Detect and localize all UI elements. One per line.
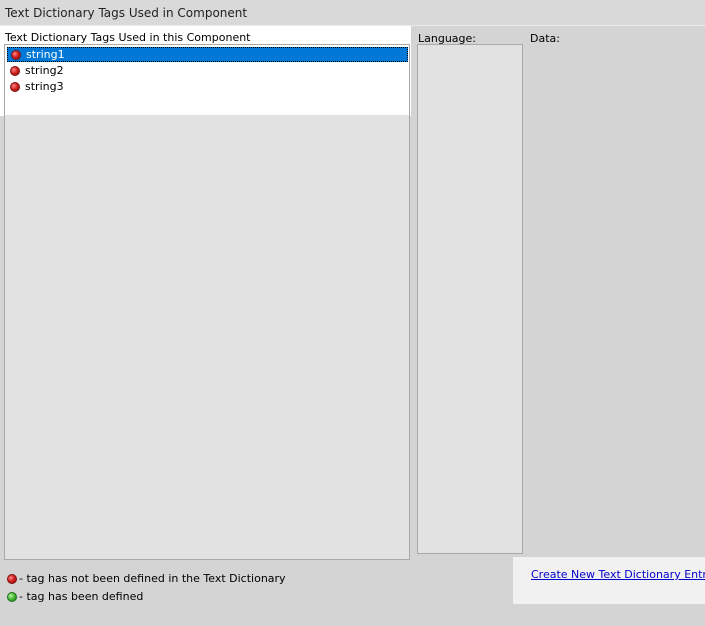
tag-item-label: string3 xyxy=(25,80,64,93)
language-list[interactable] xyxy=(417,44,523,554)
tags-list[interactable]: string1 string2 string3 xyxy=(4,44,410,560)
tags-list-label: Text Dictionary Tags Used in this Compon… xyxy=(5,31,251,44)
red-status-dot-icon xyxy=(7,573,17,584)
red-status-dot-icon xyxy=(10,81,20,92)
window-title: Text Dictionary Tags Used in Component xyxy=(0,0,705,26)
legend-not-defined: - tag has not been defined in the Text D… xyxy=(7,572,286,585)
tag-item-string3[interactable]: string3 xyxy=(7,79,408,94)
red-status-dot-icon xyxy=(10,65,20,76)
legend-defined-text: - tag has been defined xyxy=(19,590,144,603)
red-status-dot-icon xyxy=(11,49,21,60)
create-new-entry-link[interactable]: Create New Text Dictionary Entry xyxy=(531,568,705,581)
tag-item-string2[interactable]: string2 xyxy=(7,63,408,78)
create-entry-panel: Create New Text Dictionary Entry xyxy=(513,557,705,604)
legend-not-defined-text: - tag has not been defined in the Text D… xyxy=(19,572,286,585)
green-status-dot-icon xyxy=(7,591,17,602)
tag-item-label: string2 xyxy=(25,64,64,77)
tag-item-string1[interactable]: string1 xyxy=(7,47,408,62)
legend-defined: - tag has been defined xyxy=(7,590,143,603)
tag-item-label: string1 xyxy=(26,48,65,61)
data-label: Data: xyxy=(530,32,560,45)
